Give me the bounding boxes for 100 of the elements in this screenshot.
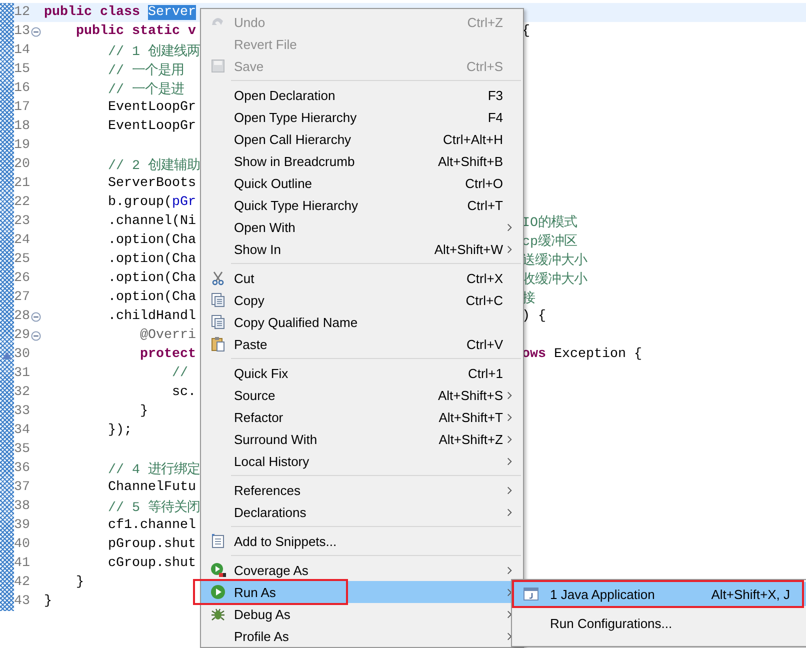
coverage-icon	[210, 562, 226, 578]
code-line: .option(Cha	[106, 233, 196, 248]
collapse-icon[interactable]	[31, 312, 41, 322]
scissors-icon	[210, 270, 226, 286]
collapse-icon[interactable]	[31, 26, 41, 36]
code-line: });	[106, 423, 132, 438]
code-line: .childHandl	[106, 309, 196, 324]
line-number: 39	[14, 518, 30, 533]
line-number: 24	[14, 233, 30, 248]
line-number: 28	[14, 309, 30, 324]
menu-item[interactable]: Show In Alt+Shift+W	[201, 238, 523, 260]
code-line: sc.	[170, 385, 196, 400]
menu-item[interactable]: Declarations	[201, 501, 523, 523]
chevron-icon	[507, 632, 512, 640]
line-number: 32	[14, 385, 30, 400]
line-number: 31	[14, 366, 30, 381]
play-icon	[210, 584, 226, 600]
line-number: 36	[14, 461, 30, 476]
line-number: 37	[14, 480, 30, 495]
code-line: cf1.channel	[106, 518, 196, 533]
bug-icon	[210, 606, 226, 622]
chevron-icon	[507, 390, 512, 400]
menu-item[interactable]: Source Alt+Shift+S	[201, 384, 523, 406]
code-line: b.group(pGr	[106, 195, 196, 210]
save-icon	[210, 58, 226, 74]
menu-item[interactable]: Show in Breadcrumb Alt+Shift+B	[201, 150, 523, 172]
code-line: // 1 创建线两	[106, 44, 200, 60]
code-line: pGroup.shut	[106, 537, 196, 552]
line-number: 34	[14, 423, 30, 438]
code-line: // 2 创建辅助	[106, 158, 200, 174]
menu-item[interactable]: Open With	[201, 216, 523, 238]
code-line: }	[138, 404, 148, 419]
line-number: 25	[14, 252, 30, 267]
line-number: 12	[14, 5, 30, 20]
code-line: }	[44, 594, 52, 609]
code-line: IO的模式	[522, 216, 577, 230]
chevron-icon	[507, 610, 512, 618]
menu-item[interactable]: Quick Outline Ctrl+O	[201, 172, 523, 194]
triangle-icon	[2, 352, 12, 360]
line-number: 26	[14, 271, 30, 286]
code-line: // 5 等待关闭	[106, 500, 200, 516]
code-line: .option(Cha	[106, 271, 196, 286]
line-number: 19	[14, 138, 30, 153]
code-line: protect	[138, 347, 196, 362]
chevron-icon	[507, 588, 512, 596]
line-number: 35	[14, 442, 30, 457]
code-line: .channel(Ni	[106, 214, 196, 229]
chevron-icon	[507, 566, 512, 574]
line-number: 16	[14, 81, 30, 96]
code-line: public static v	[74, 24, 196, 39]
code-line: ChannelFutu	[106, 480, 196, 495]
line-number: 40	[14, 537, 30, 552]
menu-item[interactable]: Local History	[201, 450, 523, 472]
chevron-icon	[507, 486, 512, 494]
menu-item[interactable]: Quick Fix Ctrl+1	[201, 362, 523, 384]
menu-item[interactable]: Open Call Hierarchy Ctrl+Alt+H	[201, 128, 523, 150]
collapse-icon[interactable]	[31, 330, 41, 340]
chevron-icon	[507, 222, 512, 232]
menu-item[interactable]: Quick Type Hierarchy Ctrl+T	[201, 194, 523, 216]
code-line: {	[522, 24, 530, 39]
line-number: 20	[14, 157, 30, 172]
line-number: 21	[14, 176, 30, 191]
chevron-icon	[507, 412, 512, 422]
code-line: cGroup.shut	[106, 556, 196, 571]
menu-item[interactable]: Cut Ctrl+X	[201, 267, 523, 289]
line-number: 42	[14, 575, 30, 590]
code-line: .option(Cha	[106, 252, 196, 267]
menu-item[interactable]: References	[201, 479, 523, 501]
chevron-icon	[507, 434, 512, 444]
line-number: 43	[14, 594, 30, 609]
code-line: ServerBoots	[106, 176, 196, 191]
code-line: // 一个是进	[106, 82, 184, 98]
chevron-icon	[507, 508, 512, 516]
code-line: .option(Cha	[106, 290, 196, 305]
line-number: 18	[14, 119, 30, 134]
line-number: 27	[14, 290, 30, 305]
line-number: 41	[14, 556, 30, 571]
line-number: 14	[14, 43, 30, 58]
line-number: 23	[14, 214, 30, 229]
code-line: EventLoopGr	[106, 100, 196, 115]
menu-item[interactable]: Refactor Alt+Shift+T	[201, 406, 523, 428]
line-number: 33	[14, 404, 30, 419]
menu-item[interactable]: Paste Ctrl+V	[201, 333, 523, 355]
code-line: //	[170, 366, 188, 381]
line-number: 17	[14, 100, 30, 115]
menu-item[interactable]: Open Type Hierarchy F4	[201, 106, 523, 128]
chevron-icon	[507, 456, 512, 466]
menu-item[interactable]: Open Declaration F3	[201, 84, 523, 106]
menu-item[interactable]: Add to Snippets...	[201, 530, 523, 552]
menu-item[interactable]: Copy Ctrl+C	[201, 289, 523, 311]
copy-icon	[210, 292, 226, 308]
line-number: 13	[14, 24, 30, 39]
line-number: 22	[14, 195, 30, 210]
code-line: }	[74, 575, 84, 590]
menu-item[interactable]: Copy Qualified Name	[201, 311, 523, 333]
menu-item[interactable]: Surround With Alt+Shift+Z	[201, 428, 523, 450]
code-line: EventLoopGr	[106, 119, 196, 134]
menu-item[interactable]: Coverage As	[201, 559, 523, 581]
menu-item[interactable]: 1 Java Application Alt+Shift+X, J	[512, 582, 806, 606]
code-line: // 4 进行绑定	[106, 462, 200, 478]
